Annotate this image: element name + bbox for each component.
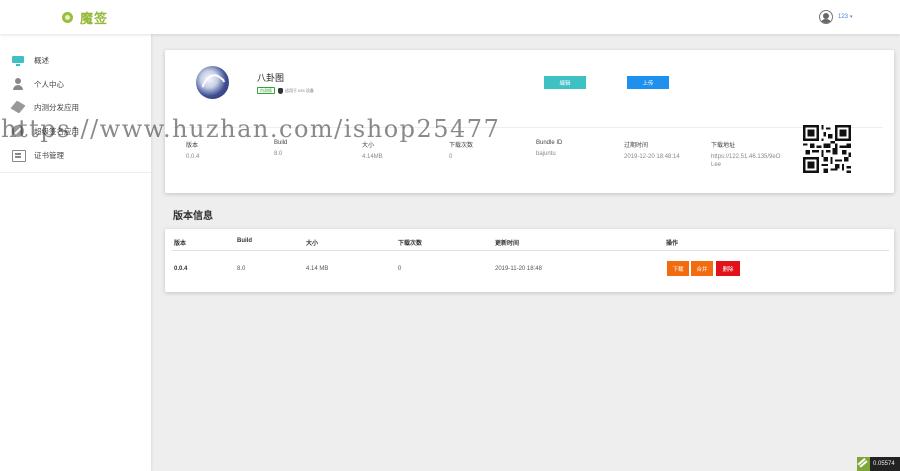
person-icon [12, 78, 24, 90]
sidebar-item-label: 概述 [34, 55, 49, 65]
avatar-icon [819, 10, 833, 24]
sidebar-item-label: 证书管理 [34, 150, 64, 160]
info-value: 0.0.4 [186, 154, 200, 160]
cell-version: 0.0.4 [174, 266, 188, 272]
sidebar-item-certificates[interactable]: 证书管理 [12, 147, 64, 163]
app-logo-icon [196, 66, 229, 99]
info-expiry: 过期时间 2019-12-20 18:48:14 [624, 140, 680, 162]
info-value: 8.0 [274, 151, 283, 157]
column-header: Build [237, 238, 252, 244]
info-bundle-id: Bundle ID bajuntu [536, 140, 562, 159]
sidebar: 概述 个人中心 内测分发应用 超级签名应用 证书管理 [0, 34, 151, 471]
chevron-down-icon: ▾ [850, 14, 853, 20]
sidebar-item-overview[interactable]: 概述 [12, 52, 49, 68]
section-title-versions: 版本信息 [173, 211, 213, 222]
info-value: 4.14MB [362, 154, 383, 160]
delete-button[interactable]: 删除 [716, 261, 740, 276]
user-name: 123 [838, 14, 849, 20]
logo-text: 魔签 [80, 10, 109, 26]
info-value: 2019-12-20 18:48:14 [624, 154, 680, 160]
column-header: 下载次数 [398, 241, 423, 247]
info-value: 0 [449, 154, 453, 160]
app-tags: 内测版 适用于 iOS 设备 [257, 87, 314, 94]
sidebar-item-profile[interactable]: 个人中心 [12, 76, 64, 92]
platform-badge: 内测版 [257, 87, 275, 94]
cell-build: 8.0 [237, 266, 246, 272]
table-header-divider [172, 250, 889, 251]
info-size: 大小 4.14MB [362, 140, 383, 162]
column-header: 操作 [666, 241, 679, 247]
sidebar-item-beta-apps[interactable]: 内测分发应用 [12, 99, 79, 115]
logo-icon [62, 11, 73, 23]
info-download-url: 下载地址 https://122.51.46.135/9eOLee [711, 140, 783, 170]
certificate-icon [12, 149, 26, 162]
info-key: Bundle ID [536, 140, 563, 146]
brand-logo[interactable]: 魔签 [62, 9, 109, 26]
info-key: 过期时间 [624, 143, 649, 149]
app-name: 八卦图 [257, 73, 285, 83]
column-header: 大小 [306, 241, 319, 247]
download-url-link[interactable]: https://122.51.46.135/9eOLee [711, 154, 783, 170]
top-bar: 魔签 123 ▾ [0, 0, 900, 34]
monitor-icon [12, 54, 24, 66]
corner-logo-icon [857, 457, 870, 471]
box-icon [12, 101, 24, 113]
device-note: 适用于 iOS 设备 [285, 87, 314, 93]
cell-size: 4.14 MB [306, 266, 329, 272]
apple-icon [278, 87, 283, 94]
cell-updated: 2019-11-20 18:48 [495, 266, 542, 272]
user-menu[interactable]: 123 ▾ [819, 9, 853, 25]
info-key: 下载地址 [711, 143, 736, 149]
edit-button[interactable]: 编辑 [544, 76, 586, 89]
sidebar-item-label: 内测分发应用 [34, 102, 79, 112]
download-button[interactable]: 下载 [667, 261, 689, 276]
qr-code-icon [803, 125, 851, 173]
info-downloads: 下载次数 0 [449, 140, 473, 162]
column-header: 更新时间 [495, 241, 520, 247]
sidebar-divider [0, 172, 151, 173]
corner-badge: 0.05574 [870, 457, 900, 471]
upload-button[interactable]: 上传 [627, 76, 669, 89]
cell-downloads: 0 [398, 266, 402, 272]
merge-button[interactable]: 合并 [691, 261, 713, 276]
info-value: bajuntu [536, 151, 556, 157]
watermark-text: https://www.huzhan.com/ishop25477 [1, 115, 501, 143]
column-header: 版本 [174, 241, 187, 247]
versions-table: 版本 Build 大小 下载次数 更新时间 操作 0.0.4 8.0 4.14 … [165, 229, 894, 292]
info-version: 版本 0.0.4 [186, 140, 199, 162]
sidebar-item-label: 个人中心 [34, 79, 64, 89]
